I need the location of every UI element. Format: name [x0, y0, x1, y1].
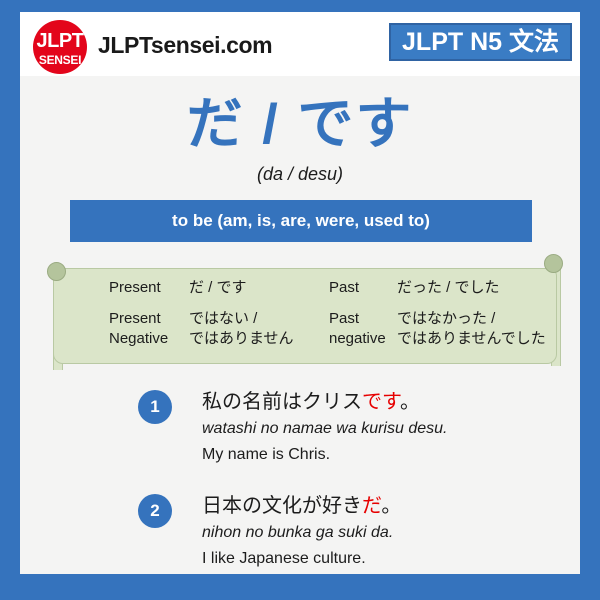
example-japanese-after: 。: [400, 391, 420, 413]
example-number-badge: 1: [138, 390, 172, 424]
conjugation-scroll: Present だ / です Past だった / でした Present Ne…: [45, 254, 565, 372]
jlpt-level-badge: JLPT N5 文法: [389, 23, 572, 61]
grammar-title: だ / です: [186, 92, 414, 155]
example-romaji: nihon no bunka ga suki da.: [202, 524, 394, 541]
site-name: JLPTsensei.com: [98, 32, 273, 58]
example-number-badge: 2: [138, 494, 172, 528]
example-english: My name is Chris.: [202, 446, 331, 463]
example-japanese: 日本の文化が好きだ。: [202, 492, 568, 520]
present-value: だ / です: [189, 279, 247, 296]
past-value: だった / でした: [397, 279, 500, 296]
example-japanese-highlight: だ: [362, 495, 382, 517]
present-label: Present: [109, 279, 161, 296]
conjugation-box: Present だ / です Past だった / でした Present Ne…: [53, 268, 557, 364]
example-japanese-before: 私の名前はクリス: [202, 391, 362, 413]
example-body: 日本の文化が好きだ。 nihon no bunka ga suki da. I …: [202, 492, 568, 572]
present-negative-label-line1: Present: [109, 310, 161, 327]
present-negative-label-line2: Negative: [109, 330, 169, 347]
past-negative-label-line2: negative: [329, 330, 386, 347]
scroll-curl-top-right-icon: [544, 254, 563, 273]
past-label: Past: [329, 279, 360, 296]
logo-top-text: JLPT: [36, 30, 84, 52]
example-japanese-highlight: です: [362, 391, 400, 413]
logo-bottom-text: SENSEI: [38, 53, 82, 67]
past-negative-label-line1: Past: [329, 310, 360, 327]
past-negative-label: Past negative: [329, 309, 397, 349]
example-japanese-after: 。: [381, 495, 402, 517]
present-negative-value-line2: ではありません: [189, 330, 294, 347]
scroll-curl-top-left-icon: [47, 262, 66, 281]
conjugation-table: Present だ / です Past だった / でした Present Ne…: [54, 269, 558, 365]
present-negative-value-line1: ではない /: [189, 310, 258, 327]
present-negative-value: ではない / ではありません: [189, 309, 329, 349]
example-romaji: watashi no namae wa kurisu desu.: [202, 420, 448, 437]
past-negative-value-line2: ではありませんでした: [397, 330, 546, 347]
site-header: JLPT SENSEI JLPTsensei.com JLPT N5 文法: [20, 12, 580, 76]
content-card: JLPT SENSEI JLPTsensei.com JLPT N5 文法 だ …: [20, 12, 580, 574]
jlptsensei-logo[interactable]: JLPT SENSEI: [33, 20, 87, 74]
example-japanese: 私の名前はクリスです。: [202, 388, 568, 416]
table-row: Present Negative ではない / ではありません Past neg…: [54, 309, 558, 349]
page-frame: JLPT SENSEI JLPTsensei.com JLPT N5 文法 だ …: [0, 0, 600, 600]
present-negative-label: Present Negative: [109, 309, 189, 349]
example-body: 私の名前はクリスです。 watashi no namae wa kurisu d…: [202, 388, 568, 468]
table-row: Present だ / です Past だった / でした: [54, 278, 558, 298]
grammar-meaning-bar: to be (am, is, are, were, used to): [70, 200, 532, 242]
example-japanese-before: 日本の文化が好き: [202, 495, 362, 517]
grammar-title-romaji: (da / desu): [256, 164, 344, 184]
past-negative-value: ではなかった / ではありませんでした: [397, 309, 547, 349]
example-english: I like Japanese culture.: [202, 550, 366, 567]
past-negative-value-line1: ではなかった /: [397, 310, 496, 327]
